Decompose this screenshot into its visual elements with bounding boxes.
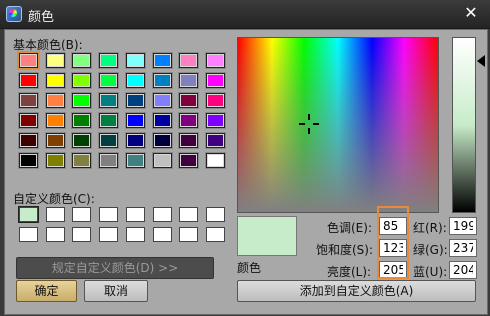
- define-custom-colors-button: 规定自定义颜色(D) >>: [16, 257, 214, 279]
- blue-input[interactable]: [449, 261, 477, 279]
- basic-color-swatch[interactable]: [204, 132, 226, 149]
- window-title: 颜色: [28, 10, 55, 25]
- custom-color-swatch[interactable]: [45, 227, 65, 242]
- basic-color-swatch[interactable]: [44, 112, 66, 129]
- basic-color-swatch[interactable]: [71, 72, 93, 89]
- basic-color-swatch[interactable]: [124, 112, 146, 129]
- basic-color-swatch[interactable]: [44, 132, 66, 149]
- custom-color-swatch[interactable]: [45, 207, 65, 222]
- basic-color-swatch[interactable]: [178, 92, 200, 109]
- color-dialog: 基本颜色(B): 自定义颜色(C): 规定自定义颜色(D) >> 确定 取消 颜…: [4, 29, 488, 315]
- custom-color-swatch[interactable]: [18, 206, 39, 223]
- custom-color-swatch[interactable]: [205, 207, 225, 222]
- luminance-slider[interactable]: [452, 37, 476, 213]
- basic-color-swatch[interactable]: [151, 132, 173, 149]
- saturation-label: 饱和度(S):: [316, 243, 374, 257]
- blue-label: 蓝(U):: [413, 265, 448, 279]
- custom-color-swatch[interactable]: [125, 227, 145, 242]
- custom-color-swatch[interactable]: [72, 207, 92, 222]
- basic-color-swatch[interactable]: [178, 72, 200, 89]
- basic-color-swatch[interactable]: [71, 132, 93, 149]
- luminance-label: 亮度(L):: [327, 265, 372, 279]
- green-input[interactable]: [449, 239, 477, 257]
- basic-color-swatch[interactable]: [178, 132, 200, 149]
- red-input[interactable]: [449, 217, 477, 235]
- color-preview: [237, 216, 297, 256]
- basic-color-swatch[interactable]: [124, 152, 146, 169]
- basic-color-swatch[interactable]: [98, 92, 120, 109]
- basic-color-swatch[interactable]: [44, 92, 66, 109]
- ok-button[interactable]: 确定: [16, 280, 77, 302]
- custom-color-swatch[interactable]: [179, 207, 199, 222]
- green-label: 绿(G):: [413, 243, 448, 257]
- basic-color-swatch[interactable]: [151, 152, 173, 169]
- basic-color-swatch[interactable]: [44, 152, 66, 169]
- basic-color-swatch[interactable]: [71, 52, 93, 69]
- custom-color-swatch[interactable]: [72, 227, 92, 242]
- basic-color-swatch[interactable]: [204, 152, 226, 169]
- basic-colors-label: 基本颜色(B):: [13, 38, 83, 52]
- cancel-button[interactable]: 取消: [84, 280, 148, 302]
- basic-color-swatch[interactable]: [71, 92, 93, 109]
- custom-color-swatch[interactable]: [19, 227, 38, 242]
- basic-color-swatch[interactable]: [98, 72, 120, 89]
- basic-color-swatch[interactable]: [124, 92, 146, 109]
- basic-color-swatch[interactable]: [71, 152, 93, 169]
- custom-color-swatch[interactable]: [205, 227, 225, 242]
- basic-color-swatch[interactable]: [151, 72, 173, 89]
- basic-color-swatch[interactable]: [18, 72, 39, 89]
- basic-color-swatch[interactable]: [18, 112, 39, 129]
- basic-color-swatch[interactable]: [178, 112, 200, 129]
- basic-color-swatch[interactable]: [204, 72, 226, 89]
- luminance-arrow-icon[interactable]: [477, 55, 485, 67]
- basic-color-swatch[interactable]: [18, 92, 39, 109]
- custom-colors-label: 自定义颜色(C):: [13, 192, 95, 206]
- custom-color-swatch[interactable]: [99, 207, 119, 222]
- add-to-custom-colors-button[interactable]: 添加到自定义颜色(A): [237, 280, 476, 302]
- basic-color-swatch[interactable]: [204, 52, 226, 69]
- basic-color-swatch[interactable]: [151, 112, 173, 129]
- basic-color-swatch[interactable]: [18, 152, 39, 169]
- basic-color-swatch[interactable]: [18, 132, 39, 149]
- hue-label: 色调(E):: [327, 221, 372, 235]
- basic-color-swatch[interactable]: [178, 52, 200, 69]
- basic-color-swatch[interactable]: [204, 112, 226, 129]
- custom-color-swatch[interactable]: [152, 227, 172, 242]
- basic-color-swatch[interactable]: [98, 52, 120, 69]
- basic-color-swatch[interactable]: [44, 52, 66, 69]
- custom-color-swatch[interactable]: [99, 227, 119, 242]
- custom-color-swatch[interactable]: [125, 207, 145, 222]
- close-icon[interactable]: ✕: [462, 4, 480, 22]
- color-spectrum-picker[interactable]: [237, 37, 439, 213]
- red-label: 红(R):: [413, 221, 447, 235]
- basic-color-swatch[interactable]: [98, 152, 120, 169]
- crosshair-icon: [299, 114, 319, 134]
- basic-color-swatch[interactable]: [151, 52, 173, 69]
- custom-color-swatch[interactable]: [179, 227, 199, 242]
- basic-color-swatch[interactable]: [124, 132, 146, 149]
- custom-color-swatch[interactable]: [152, 207, 172, 222]
- title-bar: 颜色 ✕: [0, 0, 490, 29]
- basic-color-swatch[interactable]: [124, 52, 146, 69]
- hsl-highlight-frame: [377, 206, 409, 279]
- basic-color-swatch[interactable]: [17, 51, 40, 70]
- basic-color-swatch[interactable]: [151, 92, 173, 109]
- basic-color-swatch[interactable]: [124, 72, 146, 89]
- basic-color-swatch[interactable]: [178, 152, 200, 169]
- app-color-icon: [6, 6, 22, 22]
- basic-color-swatch[interactable]: [71, 112, 93, 129]
- basic-color-swatch[interactable]: [44, 72, 66, 89]
- preview-label: 颜色: [237, 261, 262, 275]
- basic-color-swatch[interactable]: [204, 92, 226, 109]
- basic-color-swatch[interactable]: [98, 112, 120, 129]
- basic-color-swatch[interactable]: [98, 132, 120, 149]
